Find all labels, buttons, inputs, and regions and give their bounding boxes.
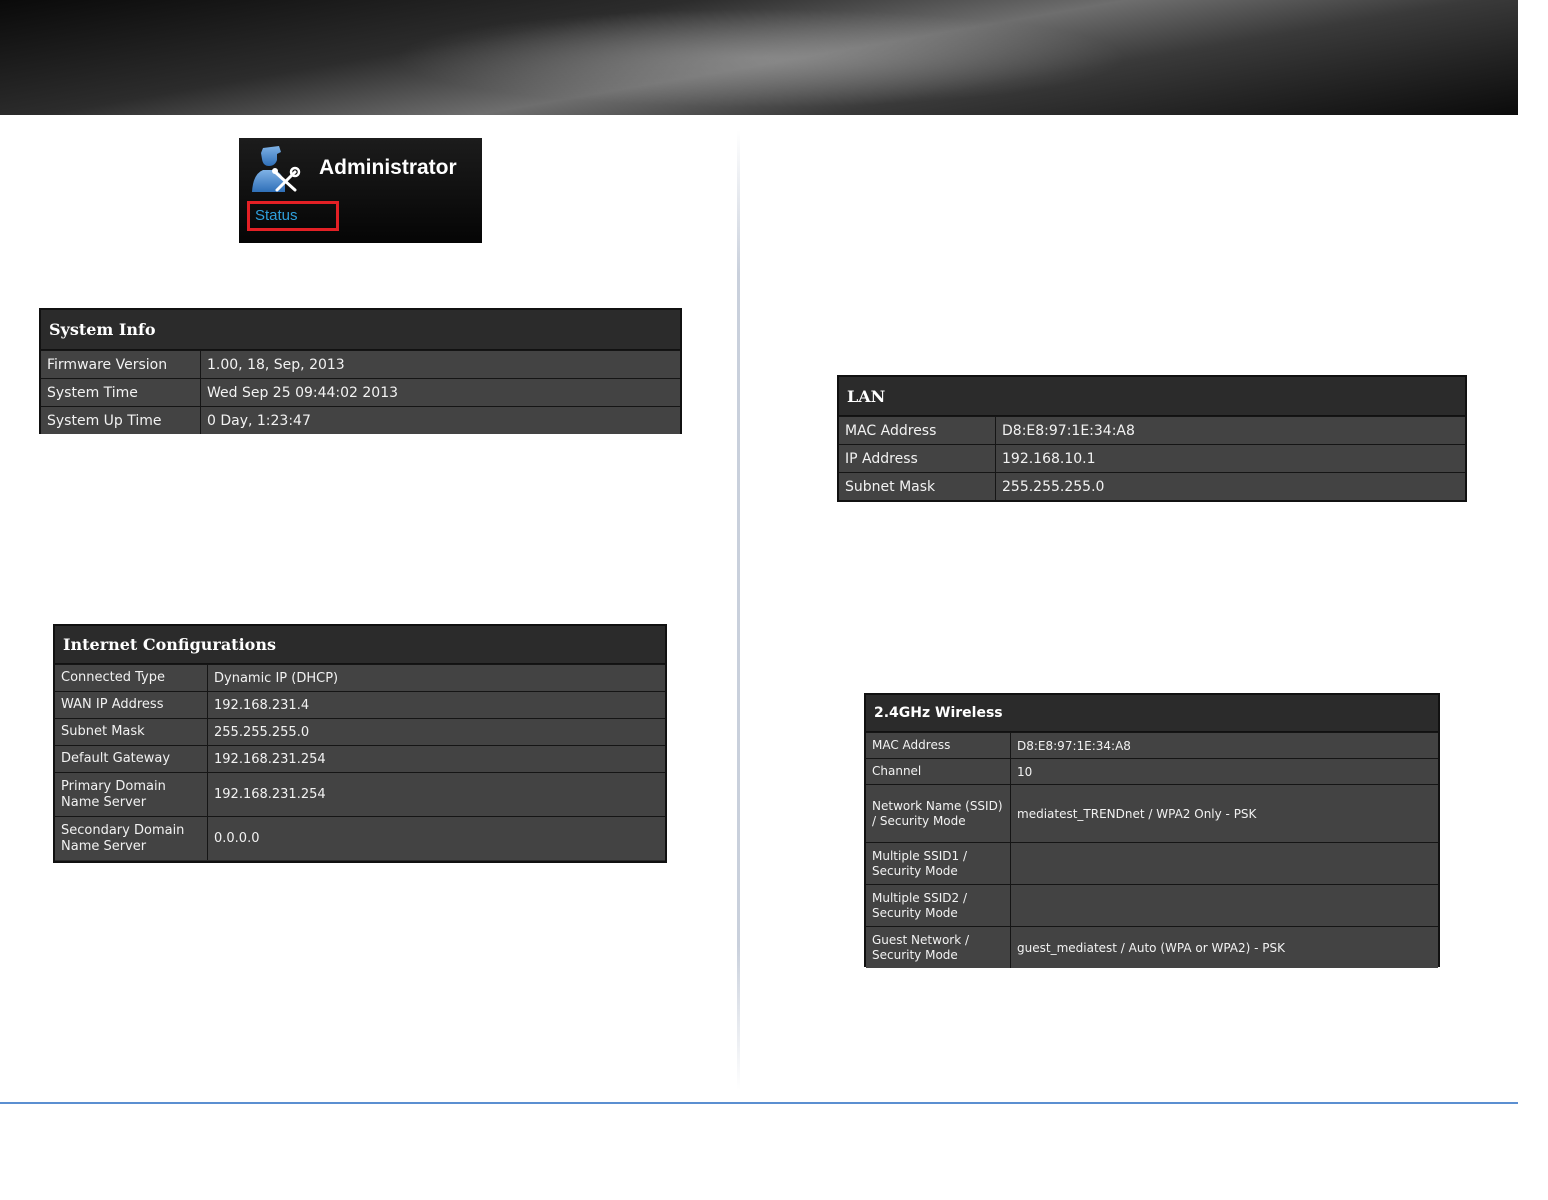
table-row: IP Address 192.168.10.1 [839,444,1465,472]
row-label: Primary Domain Name Server [55,773,208,816]
firmware-version-value: 1.00, 18, Sep, 2013 [201,351,680,378]
multiple-ssid2-value [1011,885,1438,926]
table-row: Connected Type Dynamic IP (DHCP) [55,664,665,691]
wan-subnet-mask-value: 255.255.255.0 [208,719,665,745]
wireless-24ghz-panel: 2.4GHz Wireless MAC Address D8:E8:97:1E:… [864,693,1440,968]
wireless-24ghz-title: 2.4GHz Wireless [866,695,1438,732]
row-label: Network Name (SSID) / Security Mode [866,785,1011,842]
row-label: Channel [866,759,1011,784]
table-row: MAC Address D8:E8:97:1E:34:A8 [839,416,1465,444]
lan-mac-value: D8:E8:97:1E:34:A8 [996,417,1465,444]
row-label: MAC Address [839,417,996,444]
lan-title: LAN [839,377,1465,416]
table-row: Subnet Mask 255.255.255.0 [55,718,665,745]
table-row: System Time Wed Sep 25 09:44:02 2013 [41,378,680,406]
secondary-dns-value: 0.0.0.0 [208,817,665,860]
internet-configurations-panel: Internet Configurations Connected Type D… [53,624,667,863]
table-row: WAN IP Address 192.168.231.4 [55,691,665,718]
multiple-ssid1-value [1011,843,1438,884]
row-label: IP Address [839,445,996,472]
row-label: Default Gateway [55,746,208,772]
table-row: Guest Network / Security Mode guest_medi… [866,926,1438,968]
table-row: Primary Domain Name Server 192.168.231.2… [55,772,665,816]
footer-rule [0,1102,1518,1104]
row-label: Connected Type [55,665,208,691]
system-info-panel: System Info Firmware Version 1.00, 18, S… [39,308,682,434]
table-row: MAC Address D8:E8:97:1E:34:A8 [866,732,1438,758]
channel-value: 10 [1011,759,1438,784]
table-row: Secondary Domain Name Server 0.0.0.0 [55,816,665,860]
header-banner [0,0,1518,115]
row-label: Multiple SSID1 / Security Mode [866,843,1011,884]
status-link[interactable]: Status [247,201,339,231]
row-label: System Up Time [41,407,201,434]
internet-configurations-title: Internet Configurations [55,626,665,664]
table-row: System Up Time 0 Day, 1:23:47 [41,406,680,434]
row-label: Guest Network / Security Mode [866,927,1011,968]
table-row: Default Gateway 192.168.231.254 [55,745,665,772]
connected-type-value: Dynamic IP (DHCP) [208,665,665,691]
column-divider [737,130,740,1090]
administrator-menu: Administrator Status [239,138,482,243]
ssid-security-value: mediatest_TRENDnet / WPA2 Only - PSK [1011,785,1438,842]
row-label: Firmware Version [41,351,201,378]
wan-ip-value: 192.168.231.4 [208,692,665,718]
table-row: Multiple SSID2 / Security Mode [866,884,1438,926]
row-label: System Time [41,379,201,406]
admin-user-tools-icon [252,146,301,192]
system-time-value: Wed Sep 25 09:44:02 2013 [201,379,680,406]
lan-subnet-mask-value: 255.255.255.0 [996,473,1465,500]
system-up-time-value: 0 Day, 1:23:47 [201,407,680,434]
guest-network-value: guest_mediatest / Auto (WPA or WPA2) - P… [1011,927,1438,968]
default-gateway-value: 192.168.231.254 [208,746,665,772]
row-label: WAN IP Address [55,692,208,718]
row-label: Secondary Domain Name Server [55,817,208,860]
table-row: Network Name (SSID) / Security Mode medi… [866,784,1438,842]
table-row: Firmware Version 1.00, 18, Sep, 2013 [41,350,680,378]
lan-panel: LAN MAC Address D8:E8:97:1E:34:A8 IP Add… [837,375,1467,502]
row-label: Subnet Mask [55,719,208,745]
table-row: Channel 10 [866,758,1438,784]
row-label: Subnet Mask [839,473,996,500]
table-row: Multiple SSID1 / Security Mode [866,842,1438,884]
lan-ip-value: 192.168.10.1 [996,445,1465,472]
row-label: Multiple SSID2 / Security Mode [866,885,1011,926]
primary-dns-value: 192.168.231.254 [208,773,665,816]
table-row: Subnet Mask 255.255.255.0 [839,472,1465,500]
administrator-title: Administrator [319,156,457,179]
row-label: MAC Address [866,733,1011,758]
wireless-mac-value: D8:E8:97:1E:34:A8 [1011,733,1438,758]
system-info-title: System Info [41,310,680,350]
